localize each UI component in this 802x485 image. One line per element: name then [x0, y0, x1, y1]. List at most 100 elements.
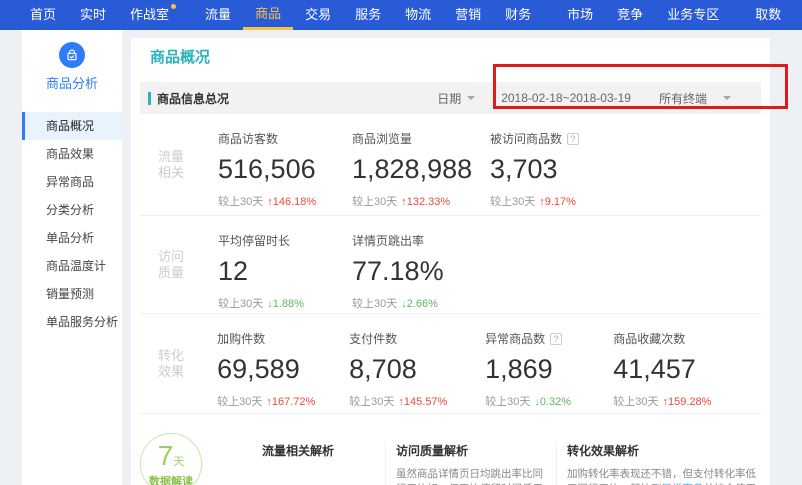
metric-value: 8,708: [349, 354, 485, 385]
date-type-dropdown[interactable]: 日期: [437, 90, 475, 107]
metric-value: 77.18%: [352, 256, 490, 287]
sidebar-item-异常商品[interactable]: 异常商品: [22, 168, 122, 196]
nav-item-财务[interactable]: 财务: [493, 0, 543, 30]
nav-item-竞争[interactable]: 竞争: [605, 0, 655, 30]
metric-card: 被访问商品数?3,703较上30天↑9.17%: [490, 114, 620, 215]
nav-item-服务[interactable]: 服务: [343, 0, 393, 30]
nav-item-取数[interactable]: 取数: [743, 0, 793, 30]
nav-item-交易[interactable]: 交易: [293, 0, 343, 30]
chevron-down-icon: [467, 96, 475, 104]
compare-label: 较上30天: [218, 196, 263, 208]
metric-compare: 较上30天↑132.33%: [352, 193, 490, 209]
badge-days-unit: 天: [173, 456, 184, 468]
sidebar-item-分类分析[interactable]: 分类分析: [22, 196, 122, 224]
help-icon[interactable]: ?: [567, 133, 579, 145]
metric-group-label: 访问质量: [140, 249, 218, 281]
terminal-dropdown[interactable]: 所有终端: [659, 90, 731, 107]
metric-label: 异常商品数?: [485, 330, 613, 347]
filter-bar: 日期 2018-02-18~2018-03-19 所有终端: [437, 90, 731, 107]
metric-group-text: 访问质量: [158, 249, 184, 281]
badge-days-number: 7: [158, 440, 174, 471]
shopping-bag-icon: [59, 42, 85, 68]
metric-card: 支付件数8,708较上30天↑145.57%: [349, 314, 485, 413]
sidebar-item-单品分析[interactable]: 单品分析: [22, 224, 122, 252]
section-header-bar: 商品信息总况 日期 2018-02-18~2018-03-19 所有终端: [140, 82, 761, 114]
compare-label: 较上30天: [352, 196, 397, 208]
metric-value: 516,506: [218, 154, 352, 185]
top-nav: 首页实时作战室流量商品交易服务物流营销财务市场竞争业务专区取数学院: [0, 0, 802, 30]
nav-item-商品[interactable]: 商品: [243, 0, 293, 30]
delta-down: ↓0.32%: [534, 396, 571, 408]
metric-card: 商品收藏次数 41,457 较上30天 ↑159.28%: [613, 314, 761, 413]
metric-compare: 较上30天 ↑9.17%: [490, 193, 620, 209]
compare-label: 较上30天: [217, 396, 262, 408]
insight-column: 流量相关解析: [262, 442, 372, 467]
sidebar-item-商品效果[interactable]: 商品效果: [22, 140, 122, 168]
metric-group-text: 流量相关: [158, 149, 184, 181]
nav-item-市场[interactable]: 市场: [555, 0, 605, 30]
metric-label: 平均停留时长: [218, 232, 352, 249]
date-range-picker[interactable]: 2018-02-18~2018-03-19: [501, 91, 631, 105]
metric-compare: 较上30天 ↑159.28%: [613, 393, 761, 409]
sidebar-item-销量预测[interactable]: 销量预测: [22, 280, 122, 308]
metric-compare: 较上30天 ↓1.88%: [218, 295, 352, 311]
sidebar-item-商品温度计[interactable]: 商品温度计: [22, 252, 122, 280]
insight-title: 转化效果解析: [567, 442, 763, 459]
metric-label-text: 异常商品数: [485, 330, 545, 347]
compare-label: 较上30天: [352, 298, 397, 310]
date-type-label: 日期: [437, 90, 461, 107]
metric-value: 41,457: [613, 354, 761, 385]
delta-up: ↑159.28%: [662, 396, 711, 408]
metric-label: 商品访客数: [218, 130, 352, 147]
nav-item-流量[interactable]: 流量: [193, 0, 243, 30]
metric-row: 流量相关商品访客数516,506较上30天↑146.18%商品浏览量1,828,…: [140, 114, 761, 215]
compare-label: 较上30天: [218, 298, 263, 310]
insight-text: 加购转化率表现还不错，但支付转化率低于同行平均，赶快到异常商品并结合使用商品温度…: [567, 467, 763, 485]
metric-label-text: 详情页跳出率: [352, 232, 424, 249]
delta-down: ↓2.66%: [401, 298, 438, 310]
delta-up: ↑9.17%: [539, 196, 576, 208]
nav-item-物流[interactable]: 物流: [393, 0, 443, 30]
delta-down: ↓1.88%: [267, 298, 304, 310]
delta-up: ↑167.72%: [266, 396, 315, 408]
sidebar-item-商品概况[interactable]: 商品概况: [22, 112, 122, 140]
nav-item-实时[interactable]: 实时: [68, 0, 118, 30]
insights-section: 7天 数据解读 流量相关解析访问质量解析虽然商品详情页日均跳出率比同行平均好，但…: [140, 413, 761, 485]
nav-item-首页[interactable]: 首页: [18, 0, 68, 30]
metric-label-text: 商品收藏次数: [613, 330, 685, 347]
metric-compare: 较上30天 ↑167.72%: [217, 393, 349, 409]
metric-card: 异常商品数?1,869较上30天↓0.32%: [485, 314, 613, 413]
delta-up: ↑145.57%: [398, 396, 447, 408]
terminal-label: 所有终端: [659, 90, 707, 107]
insight-title: 访问质量解析: [396, 442, 548, 459]
metric-label-text: 商品浏览量: [352, 130, 412, 147]
nav-item-营销[interactable]: 营销: [443, 0, 493, 30]
nav-item-业务专区[interactable]: 业务专区: [655, 0, 731, 30]
insight-divider: [385, 442, 386, 485]
delta-up: ↑146.18%: [267, 196, 316, 208]
metric-label-text: 被访问商品数: [490, 130, 562, 147]
badge-caption: 数据解读: [141, 473, 201, 485]
sidebar-group-label: 商品分析: [22, 73, 122, 92]
insight-column: 访问质量解析虽然商品详情页日均跳出率比同行平均好，但平均停留时间低于同行平均，请…: [396, 442, 548, 485]
metric-compare: 较上30天↑145.57%: [349, 393, 485, 409]
metric-value: 1,828,988: [352, 154, 490, 185]
main-panel: 商品概况 商品信息总况 日期 2018-02-18~2018-03-19 所有终…: [131, 38, 770, 485]
metric-label-text: 商品访客数: [218, 130, 278, 147]
compare-label: 较上30天: [490, 196, 535, 208]
help-icon[interactable]: ?: [550, 333, 562, 345]
nav-item-作战室[interactable]: 作战室: [118, 0, 181, 30]
nav-item-学院[interactable]: 学院: [793, 0, 802, 30]
metric-card: 加购件数69,589较上30天↑167.72%: [217, 314, 349, 413]
section-title: 商品信息总况: [157, 90, 229, 107]
metric-value: 12: [218, 256, 352, 287]
section-accent-bar: [148, 92, 151, 105]
metric-group-text: 转化效果: [158, 348, 184, 380]
chevron-down-icon: [723, 96, 731, 104]
sidebar-item-单品服务分析[interactable]: 单品服务分析: [22, 308, 122, 336]
compare-label: 较上30天: [613, 396, 658, 408]
compare-label: 较上30天: [485, 396, 530, 408]
insight-column: 转化效果解析加购转化率表现还不错，但支付转化率低于同行平均，赶快到异常商品并结合…: [567, 442, 763, 485]
page-title: 商品概况: [150, 46, 770, 67]
metric-label: 被访问商品数?: [490, 130, 620, 147]
